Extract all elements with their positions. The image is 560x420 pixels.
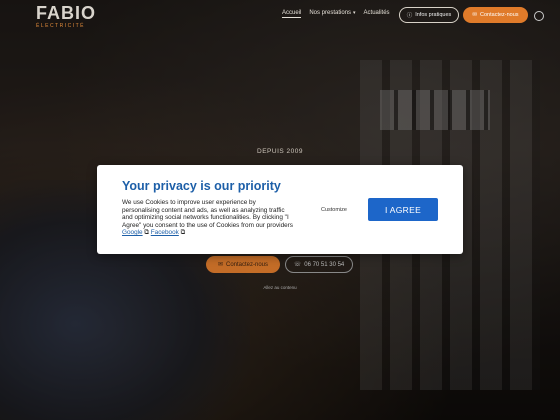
infos-pratiques-label: Infos pratiques bbox=[415, 12, 452, 18]
logo-wordmark: FABIO bbox=[36, 3, 97, 23]
nav-item-actualites[interactable]: Actualités bbox=[364, 10, 390, 18]
nav-item-prestations[interactable]: Nos prestations ▾ bbox=[309, 10, 355, 18]
cookie-dialog-body: We use Cookies to improve user experienc… bbox=[122, 199, 293, 229]
scroll-to-content-link[interactable]: Allez au contenu bbox=[0, 285, 560, 290]
main-nav: Accueil Nos prestations ▾ Actualités bbox=[282, 10, 390, 18]
cookie-dialog-text: We use Cookies to improve user experienc… bbox=[122, 199, 294, 237]
agree-button[interactable]: I AGREE bbox=[368, 198, 438, 221]
google-link[interactable]: Google bbox=[122, 229, 143, 236]
nav-item-accueil[interactable]: Accueil bbox=[282, 10, 302, 18]
hero-contact-button[interactable]: ✉ Contactez-nous bbox=[206, 256, 280, 273]
cookie-dialog-title: Your privacy is our priority bbox=[122, 179, 281, 193]
infos-pratiques-button[interactable]: ⓘ Infos pratiques bbox=[399, 7, 459, 23]
customize-button[interactable]: Customize bbox=[321, 207, 347, 213]
hero-contact-label: Contactez-nous bbox=[226, 261, 269, 268]
external-link-icon: ⧉ bbox=[144, 229, 149, 237]
logo-subtitle: ÉLECTRICITÉ bbox=[36, 23, 86, 29]
external-link-icon: ⧉ bbox=[180, 229, 186, 237]
header-contact-button[interactable]: ✉ Contactez-nous bbox=[463, 7, 528, 23]
site-header: FABIO ÉLECTRICITÉ Accueil Nos prestation… bbox=[0, 0, 560, 30]
phone-icon: ☏ bbox=[293, 262, 302, 268]
language-globe-icon[interactable] bbox=[534, 11, 544, 21]
info-icon: ⓘ bbox=[406, 13, 413, 19]
facebook-link[interactable]: Facebook bbox=[151, 229, 179, 236]
site-logo[interactable]: FABIO ÉLECTRICITÉ bbox=[36, 4, 96, 29]
envelope-icon: ✉ bbox=[472, 12, 478, 18]
hero-phone-label: 06 70 51 30 54 bbox=[304, 261, 345, 268]
chevron-down-icon: ▾ bbox=[353, 10, 356, 16]
cookie-consent-dialog: Your privacy is our priority We use Cook… bbox=[97, 165, 463, 254]
envelope-icon: ✉ bbox=[217, 262, 223, 268]
header-contact-label: Contactez-nous bbox=[480, 12, 519, 18]
hero-since: DEPUIS 2009 bbox=[257, 148, 303, 155]
nav-item-prestations-label: Nos prestations bbox=[309, 10, 352, 16]
hero-phone-button[interactable]: ☏ 06 70 51 30 54 bbox=[285, 256, 353, 273]
